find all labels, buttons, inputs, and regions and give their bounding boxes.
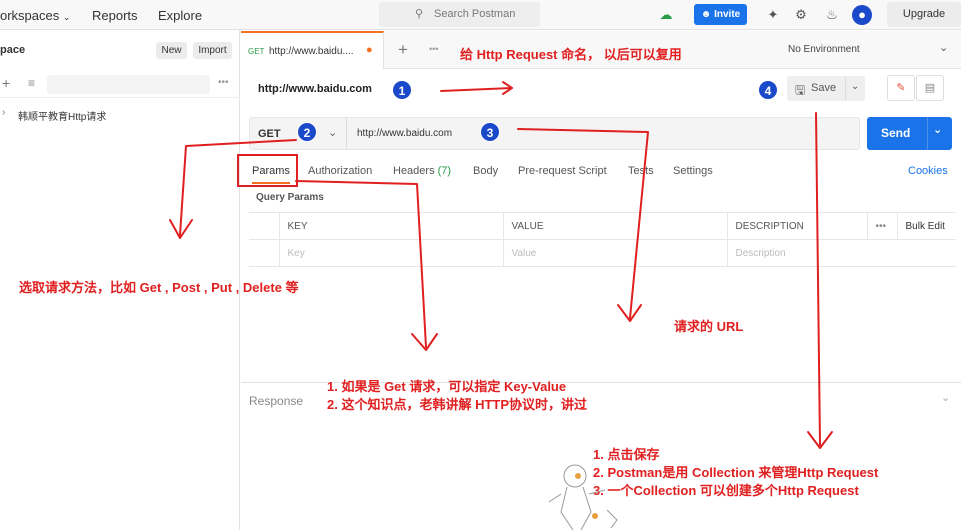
note-save-2: 2. Postman是用 Collection 来管理Http Request <box>593 465 879 480</box>
arrow-url <box>517 128 649 319</box>
annotation-arrows <box>169 81 833 449</box>
note-url: 请求的 URL <box>674 319 744 334</box>
badge-3: 3 <box>480 122 500 142</box>
arrow-save <box>815 112 821 446</box>
postman-mascot-illustration <box>548 464 618 530</box>
note-key-value-2: 2. 这个知识点，老韩讲解 HTTP协议时，讲过 <box>327 397 588 412</box>
params-highlight-box <box>237 154 298 187</box>
arrow-params <box>295 180 427 348</box>
note-name-request: 给 Http Request 命名， 以后可以复用 <box>460 47 682 62</box>
badge-4: 4 <box>758 80 778 100</box>
badge-2: 2 <box>297 122 317 142</box>
note-key-value-1: 1. 如果是 Get 请求，可以指定 Key-Value <box>327 379 567 394</box>
badge-1: 1 <box>392 80 412 100</box>
note-save-3: 3. 一个Collection 可以创建多个Http Request <box>593 483 859 498</box>
arrow-name <box>440 87 513 92</box>
note-method: 选取请求方法，比如 Get , Post , Put , Delete 等 <box>19 280 299 295</box>
